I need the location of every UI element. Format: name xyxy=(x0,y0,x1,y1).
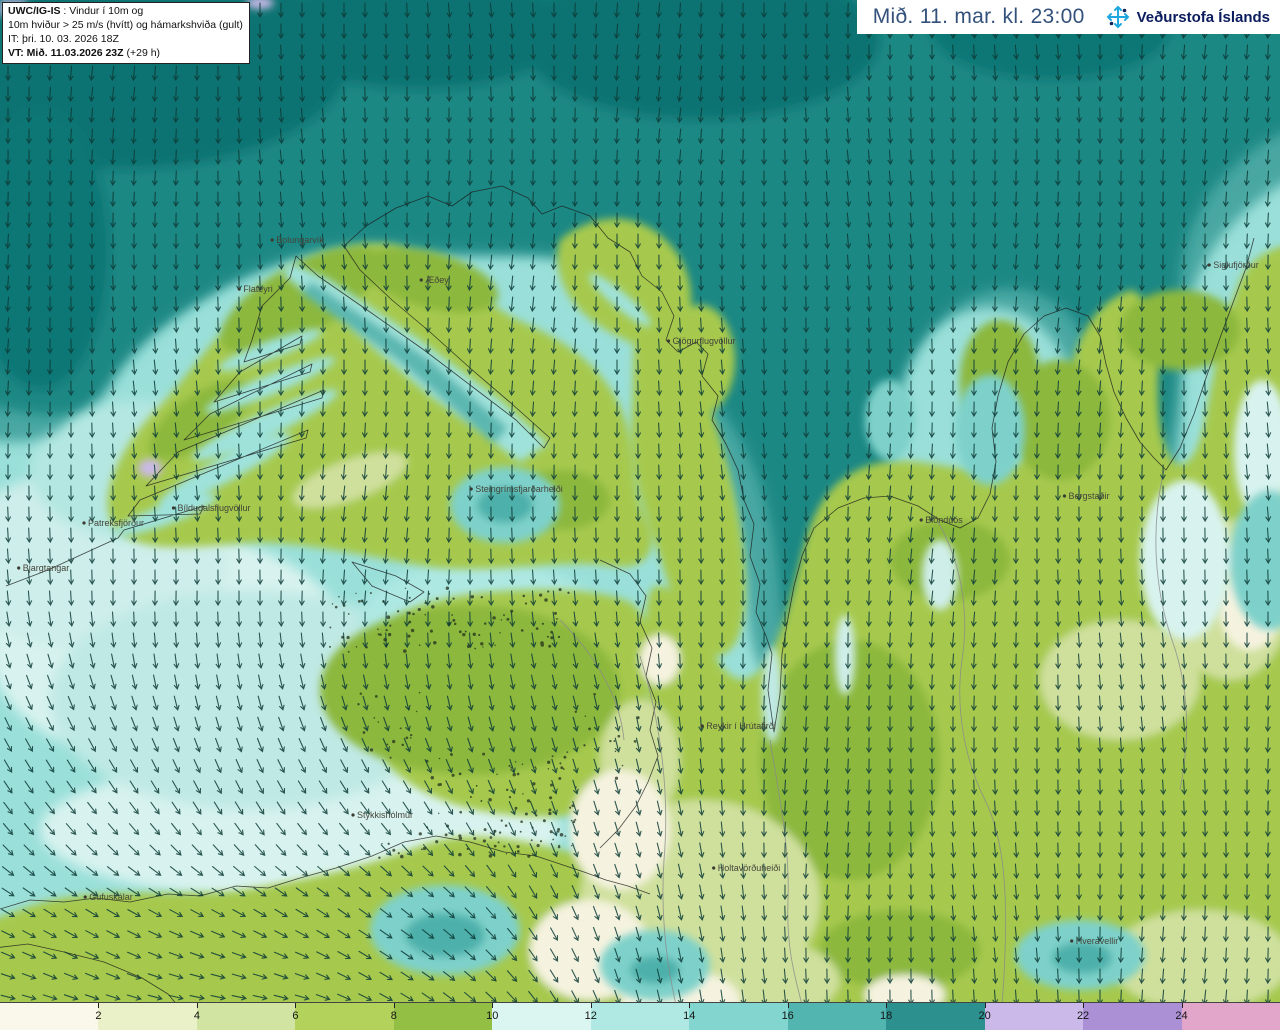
colorbar-segment xyxy=(1083,1003,1183,1030)
place-marker-dot xyxy=(237,287,241,291)
place-marker-dot xyxy=(1207,263,1211,267)
place-marker-dot xyxy=(712,866,716,870)
info-line-2: 10m hviður > 25 m/s (hvítt) og hámarkshv… xyxy=(8,18,243,31)
colorbar-segment xyxy=(393,1003,493,1030)
place-marker-dot xyxy=(270,238,274,242)
colorbar-segment xyxy=(590,1003,690,1030)
colorbar-tick-label: 16 xyxy=(781,1010,794,1022)
place-label: Siglufjörður xyxy=(1213,260,1259,270)
place-marker-dot xyxy=(919,518,923,522)
vedurstofa-logo: Veðurstofa Íslands xyxy=(1105,4,1270,30)
place-label: Bíldudalsflugvöllur xyxy=(177,503,250,513)
place-marker-dot xyxy=(351,813,355,817)
colorbar-tick-mark xyxy=(295,1003,297,1008)
colorbar-tick-mark xyxy=(98,1003,100,1008)
info-line-4: VT: Mið. 11.03.2026 23Z (+29 h) xyxy=(8,46,161,59)
colorbar-segment xyxy=(787,1003,887,1030)
place-marker-dot xyxy=(1062,494,1067,498)
place-label: Æðey xyxy=(425,275,449,285)
place-label: Hveravellir xyxy=(1076,936,1119,946)
place-marker-dot xyxy=(17,566,21,570)
place-marker-dot xyxy=(666,339,671,343)
place-label: Bergstaðir xyxy=(1068,491,1109,501)
colorbar-tick-label: 2 xyxy=(95,1010,102,1022)
place-label: Gufuskálar xyxy=(89,892,133,902)
colorbar-segment xyxy=(1181,1003,1280,1030)
colorbar-tick-mark xyxy=(1181,1003,1183,1008)
place-label: Bolungarvík xyxy=(276,235,324,245)
place-label: Patreksfjörður xyxy=(88,518,144,528)
place-marker-dot xyxy=(1070,939,1074,943)
place-marker-dot xyxy=(171,506,176,510)
colorbar-tick-mark xyxy=(984,1003,986,1008)
datetime-box: Mið. 11. mar. kl. 23:00 Veðurstofa Íslan… xyxy=(856,0,1280,34)
colorbar-tick-mark xyxy=(787,1003,789,1008)
wind-speed-colorbar: 2 4 6 8 10 12 14 16 18 20 22 24 xyxy=(0,1002,1280,1030)
place-marker-dot xyxy=(700,724,704,728)
colorbar-segment xyxy=(492,1003,592,1030)
colorbar-tick-label: 24 xyxy=(1175,1010,1188,1022)
colorbar-tick-label: 4 xyxy=(193,1010,200,1022)
place-label: Holtavörðuheiði xyxy=(718,863,781,873)
colorbar-tick-label: 10 xyxy=(486,1010,499,1022)
place-marker-dot xyxy=(82,521,86,525)
wind-forecast-map: Bolungarvík Flateyri Æðey Gjögurflugvöllur S… xyxy=(0,0,1280,1002)
info-line-1: UWC/IG-IS : Vindur í 10m og xyxy=(8,5,144,17)
colorbar-tick-mark xyxy=(689,1003,691,1008)
colorbar-tick-mark xyxy=(590,1003,592,1008)
colorbar-segment xyxy=(196,1003,296,1030)
colorbar-segment xyxy=(886,1003,986,1030)
colorbar-tick-label: 12 xyxy=(584,1010,597,1022)
place-marker-dot xyxy=(469,487,473,491)
colorbar-segment xyxy=(689,1003,789,1030)
colorbar-tick-label: 8 xyxy=(390,1010,397,1022)
info-line-3: IT: þri. 10. 03. 2026 18Z xyxy=(8,32,119,45)
place-marker-dot xyxy=(419,278,423,282)
colorbar-segment xyxy=(0,1003,99,1030)
place-label: Bjargtangar xyxy=(23,563,70,573)
colorbar-tick-mark xyxy=(1083,1003,1085,1008)
colorbar-tick-label: 18 xyxy=(880,1010,893,1022)
vedurstofa-wind-star-icon xyxy=(1106,5,1130,29)
colorbar-tick-mark xyxy=(886,1003,888,1008)
place-marker-dot xyxy=(83,895,87,899)
colorbar-segment xyxy=(98,1003,198,1030)
logo-text: Veðurstofa Íslands xyxy=(1136,8,1270,26)
colorbar-tick-label: 20 xyxy=(978,1010,991,1022)
colorbar-tick-mark xyxy=(196,1003,198,1008)
place-label: Flateyri xyxy=(243,284,273,294)
colorbar-tick-label: 22 xyxy=(1076,1010,1090,1022)
place-label: Reykir í Hrútafirði xyxy=(706,721,776,731)
place-label: Steingrímsfjarðarheiði xyxy=(475,484,563,494)
model-id: UWC/IG-IS xyxy=(8,5,61,17)
place-label: Stykkishólmur xyxy=(357,810,413,820)
colorbar-tick-label: 14 xyxy=(683,1010,696,1022)
place-label: Gjögurflugvöllur xyxy=(672,336,735,346)
colorbar-tick-mark xyxy=(393,1003,395,1008)
valid-time-label: Mið. 11. mar. kl. 23:00 xyxy=(872,5,1085,28)
colorbar-segment xyxy=(295,1003,395,1030)
model-info-box: UWC/IG-IS : Vindur í 10m og 10m hviður >… xyxy=(2,2,250,65)
colorbar-tick-mark xyxy=(492,1003,494,1008)
place-label: Blönduós xyxy=(925,515,963,525)
weather-forecast-app: Bolungarvík Flateyri Æðey Gjögurflugvöllur S… xyxy=(0,0,1280,1030)
colorbar-tick-label: 6 xyxy=(292,1010,299,1022)
colorbar-segment xyxy=(984,1003,1084,1030)
